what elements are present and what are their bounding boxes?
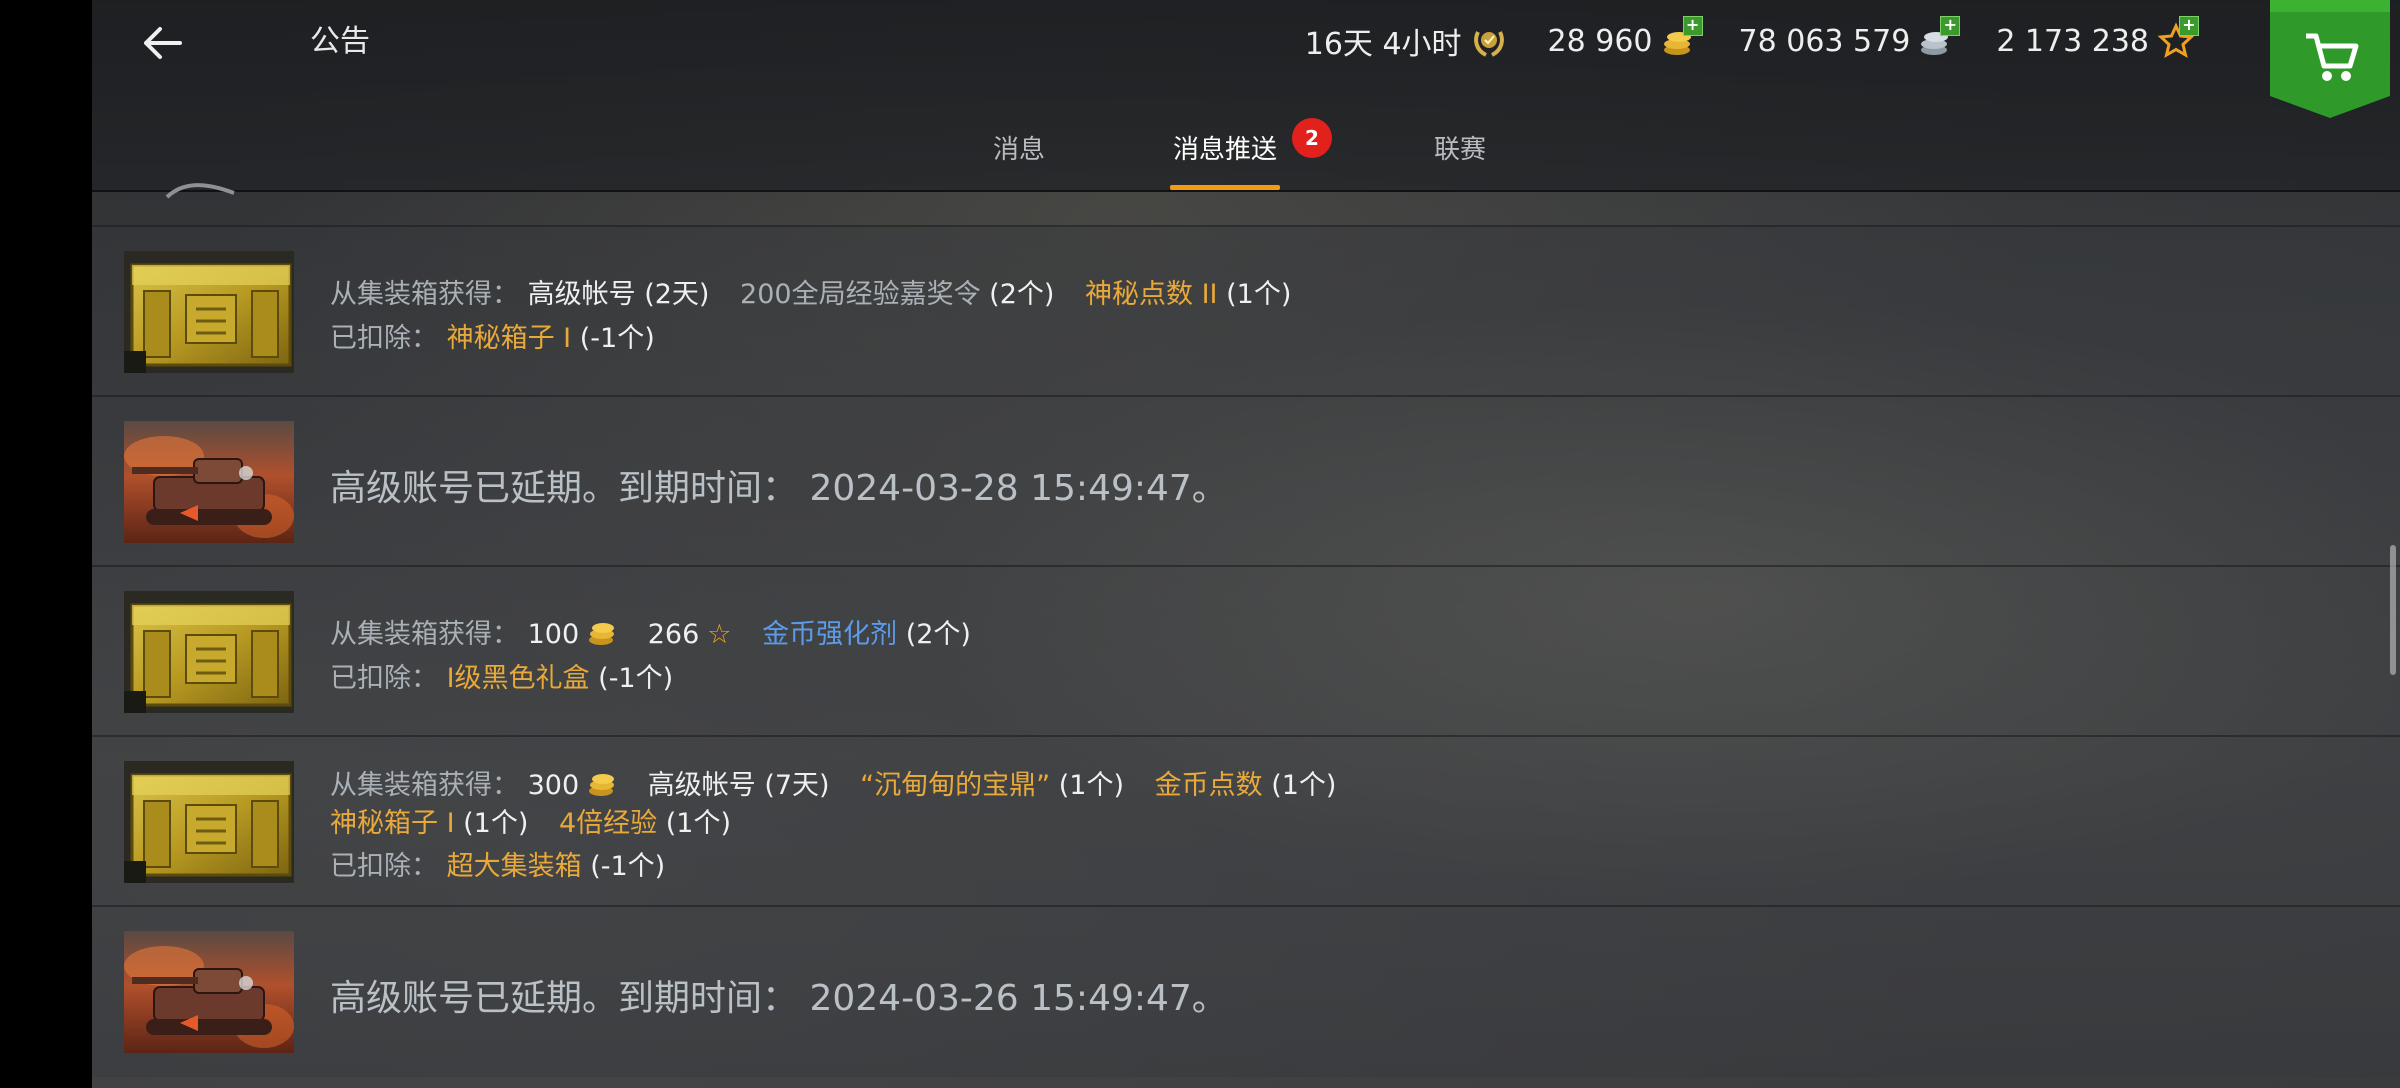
resource-bar: 16天 4小时 28 960 + 78 063 579 + 2 173 238 …	[1305, 16, 2199, 64]
reward-qty: (1个)	[1271, 770, 1337, 801]
reward-item: 神秘箱子 I	[330, 808, 455, 839]
scrollbar[interactable]	[2390, 545, 2396, 675]
buy-credits-plus-icon[interactable]: +	[1940, 16, 1961, 36]
tab-bar: 消息 消息推送 2 联赛	[92, 118, 2400, 190]
credits-resource[interactable]: 78 063 579 +	[1738, 16, 1961, 60]
deducted-line: 已扣除： 超大集装箱 (-1个)	[330, 844, 665, 883]
premium-time-value: 16天 4小时	[1304, 27, 1462, 62]
reward-item: 4倍经验	[558, 808, 658, 839]
premium-message: 高级账号已延期。到期时间：	[330, 468, 799, 509]
list-item[interactable]: 高级账号已延期。到期时间： 2024-03-26 15:49:47。	[92, 905, 2400, 1077]
premium-message: 高级账号已延期。到期时间：	[330, 978, 799, 1019]
reward-item: “沉甸甸的宝鼎”	[860, 770, 1051, 801]
gold-coins-icon	[589, 623, 615, 645]
reward-qty: (1个)	[1226, 279, 1292, 310]
reward-line: 从集装箱获得： 100 266 ☆ 金币强化剂 (2个)	[330, 612, 971, 651]
gold-value: 28 960	[1547, 23, 1653, 59]
crate-image	[124, 761, 294, 883]
reward-item: 金币点数	[1154, 770, 1263, 801]
reward-qty: (2个)	[989, 279, 1055, 310]
tab-messages[interactable]: 消息	[954, 118, 1084, 190]
reward-line-continued: 神秘箱子 I (1个) 4倍经验 (1个)	[330, 801, 731, 840]
deducted-qty: (-1个)	[598, 663, 674, 694]
reward-qty: (2天)	[644, 279, 710, 310]
buy-gold-plus-icon[interactable]: +	[1682, 16, 1703, 36]
silver-coins-icon: +	[1918, 16, 1961, 60]
reward-item: 金币强化剂	[762, 619, 898, 650]
free-xp-value: 2 173 238	[1996, 23, 2149, 59]
reward-line: 从集装箱获得： 300 高级帐号 (7天) “沉甸甸的宝鼎” (1个) 金币点数…	[330, 763, 1336, 802]
partial-item-icon	[162, 175, 242, 205]
back-arrow-icon	[144, 27, 182, 59]
deducted-prefix: 已扣除：	[330, 663, 438, 694]
deducted-prefix: 已扣除：	[330, 851, 438, 882]
reward-item: 神秘点数 II	[1085, 279, 1218, 310]
crate-image	[124, 591, 294, 713]
star-icon: +	[2157, 16, 2199, 60]
premium-laurel-icon	[1470, 22, 1508, 60]
active-tab-indicator	[1170, 185, 1280, 190]
reward-prefix: 从集装箱获得：	[330, 619, 519, 650]
deducted-prefix: 已扣除：	[330, 323, 438, 354]
reward-item: 高级帐号	[647, 770, 756, 801]
list-item[interactable]: 从集装箱获得： 100 266 ☆ 金币强化剂 (2个) 已扣除： I级黑色礼盒 …	[92, 565, 2400, 737]
premium-extended-text: 高级账号已延期。到期时间： 2024-03-26 15:49:47。	[330, 969, 1228, 1021]
deducted-item: 神秘箱子 I	[446, 323, 572, 354]
gold-amount: 300	[527, 770, 580, 801]
tab-label: 消息推送	[1172, 135, 1277, 165]
reward-item: 200全局经验嘉奖令	[740, 279, 981, 310]
gold-coins-icon: +	[1661, 16, 1703, 60]
list-item[interactable]: 高级账号已延期。到期时间： 2024-03-28 15:49:47。	[92, 395, 2400, 567]
tab-label: 联赛	[1433, 135, 1486, 165]
page-title: 公告	[310, 24, 370, 59]
reward-qty: (1个)	[1058, 770, 1124, 801]
deducted-qty: (-1个)	[579, 323, 655, 354]
deducted-line: 已扣除： 神秘箱子 I (-1个)	[330, 316, 655, 355]
premium-tank-image	[124, 421, 294, 543]
reward-prefix: 从集装箱获得：	[330, 279, 519, 310]
reward-qty: (7天)	[764, 770, 830, 801]
reward-qty: (2个)	[905, 619, 971, 650]
reward-qty: (1个)	[665, 808, 732, 839]
shop-button[interactable]	[2270, 0, 2390, 118]
buy-free-xp-plus-icon[interactable]: +	[2179, 16, 2199, 36]
tab-league[interactable]: 联赛	[1400, 118, 1520, 190]
credits-value: 78 063 579	[1738, 23, 1911, 59]
gold-resource[interactable]: 28 960 +	[1547, 16, 1703, 60]
premium-extended-text: 高级账号已延期。到期时间： 2024-03-28 15:49:47。	[330, 459, 1228, 511]
header-bar: 公告 16天 4小时 28 960 + 78 063 579 + 2 173 2…	[92, 0, 2400, 192]
list-item[interactable]: 从集装箱获得： 高级帐号 (2天) 200全局经验嘉奖令 (2个) 神秘点数 I…	[92, 225, 2400, 397]
free-xp-resource[interactable]: 2 173 238 +	[1996, 16, 2199, 60]
deducted-qty: (-1个)	[590, 851, 666, 882]
deducted-item: I级黑色礼盒	[446, 663, 590, 694]
app-window: 公告 16天 4小时 28 960 + 78 063 579 + 2 173 2…	[92, 0, 2400, 1088]
reward-prefix: 从集装箱获得：	[330, 770, 519, 801]
premium-tank-image	[124, 931, 294, 1053]
deducted-line: 已扣除： I级黑色礼盒 (-1个)	[330, 656, 673, 695]
premium-time-resource[interactable]: 16天 4小时	[1305, 19, 1508, 63]
gold-amount: 100	[527, 619, 580, 650]
expiry-time: 2024-03-26 15:49:47。	[809, 978, 1228, 1019]
gold-coins-icon	[589, 774, 615, 796]
reward-qty: (1个)	[463, 808, 529, 839]
list-item[interactable]: 从集装箱获得： 300 高级帐号 (7天) “沉甸甸的宝鼎” (1个) 金币点数…	[92, 735, 2400, 907]
expiry-time: 2024-03-28 15:49:47。	[809, 468, 1228, 509]
notification-badge: 2	[1292, 118, 1332, 158]
deducted-item: 超大集装箱	[446, 851, 582, 882]
tab-label: 消息	[992, 135, 1045, 165]
crate-image	[124, 251, 294, 373]
tab-push-messages[interactable]: 消息推送	[1170, 118, 1280, 190]
star-icon: ☆	[707, 619, 732, 650]
free-xp-amount: 266	[647, 619, 700, 650]
reward-line: 从集装箱获得： 高级帐号 (2天) 200全局经验嘉奖令 (2个) 神秘点数 I…	[330, 272, 1291, 311]
reward-item: 高级帐号	[527, 279, 636, 310]
back-button[interactable]	[136, 20, 206, 66]
